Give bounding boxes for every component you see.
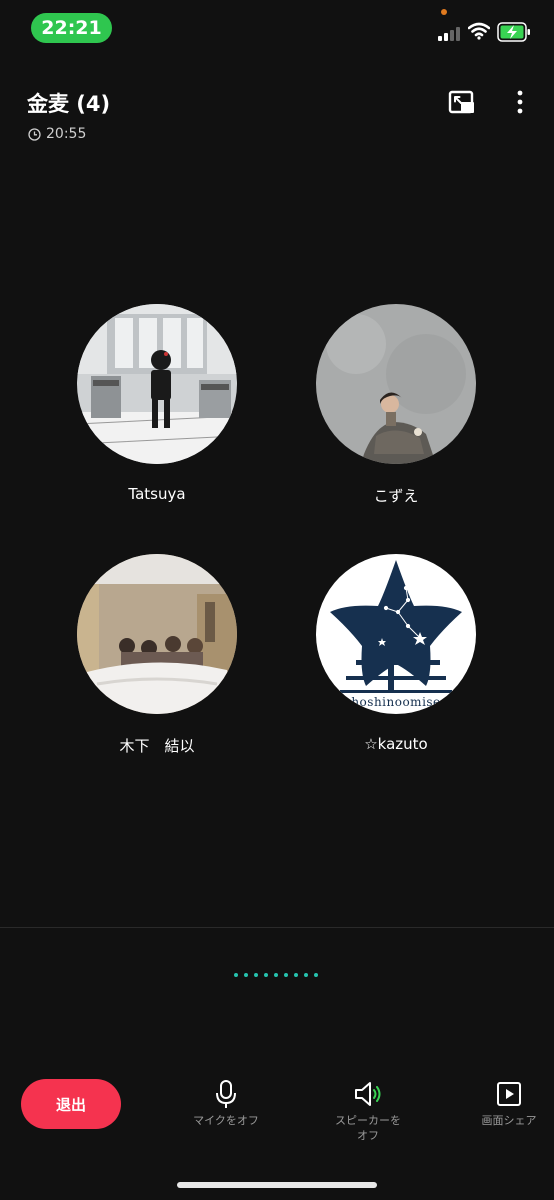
clock-icon	[28, 128, 41, 141]
call-duration: 20:55	[46, 126, 87, 142]
page-dot	[294, 973, 298, 977]
participant-tile[interactable]: 木下 結以	[72, 554, 242, 756]
participant-tile[interactable]: hoshinoomise ☆kazuto	[311, 554, 481, 753]
home-indicator[interactable]	[177, 1182, 377, 1188]
page-dot	[274, 973, 278, 977]
participant-name: 木下 結以	[119, 737, 195, 755]
page-dot	[234, 973, 238, 977]
participant-name: Tatsuya	[128, 485, 186, 503]
speaker-toggle-label: スピーカーを オフ	[335, 1114, 401, 1142]
avatar-text: hoshinoomise	[351, 695, 441, 709]
avatar	[316, 304, 476, 464]
participant-tile[interactable]: こずえ	[311, 304, 481, 506]
screen-share-button[interactable]: 画面シェア	[469, 1079, 549, 1128]
screen-share-icon	[497, 1082, 521, 1106]
avatar	[77, 304, 237, 464]
page-dot	[304, 973, 308, 977]
page-dot	[314, 973, 318, 977]
battery-charging-icon	[497, 22, 530, 42]
participant-name: ☆kazuto	[364, 735, 428, 753]
more-options-button[interactable]	[508, 88, 532, 116]
page-dot	[284, 973, 288, 977]
avatar: hoshinoomise	[316, 554, 476, 714]
page-dot	[254, 973, 258, 977]
wifi-icon	[468, 22, 490, 40]
page-indicator	[234, 973, 318, 977]
speaker-toggle-button[interactable]: スピーカーを オフ	[328, 1079, 408, 1143]
signal-icon	[438, 25, 462, 41]
avatar	[77, 554, 237, 714]
participant-name: こずえ	[373, 487, 419, 505]
mic-toggle-button[interactable]: マイクをオフ	[186, 1079, 266, 1128]
call-title: 金麦 (4)	[27, 92, 111, 116]
picture-in-picture-button[interactable]	[446, 88, 478, 118]
picture-in-picture-icon	[448, 90, 474, 114]
more-vertical-icon	[517, 90, 523, 114]
leave-button[interactable]: 退出	[21, 1079, 121, 1129]
speaker-icon	[355, 1082, 381, 1106]
status-time: 22:21	[31, 13, 112, 43]
page-dot	[244, 973, 248, 977]
mic-toggle-label: マイクをオフ	[193, 1114, 259, 1127]
divider	[0, 927, 554, 928]
participant-tile[interactable]: Tatsuya	[72, 304, 242, 503]
page-dot	[264, 973, 268, 977]
privacy-indicator	[441, 9, 447, 15]
screen-share-label: 画面シェア	[481, 1114, 537, 1127]
microphone-icon	[216, 1080, 236, 1108]
